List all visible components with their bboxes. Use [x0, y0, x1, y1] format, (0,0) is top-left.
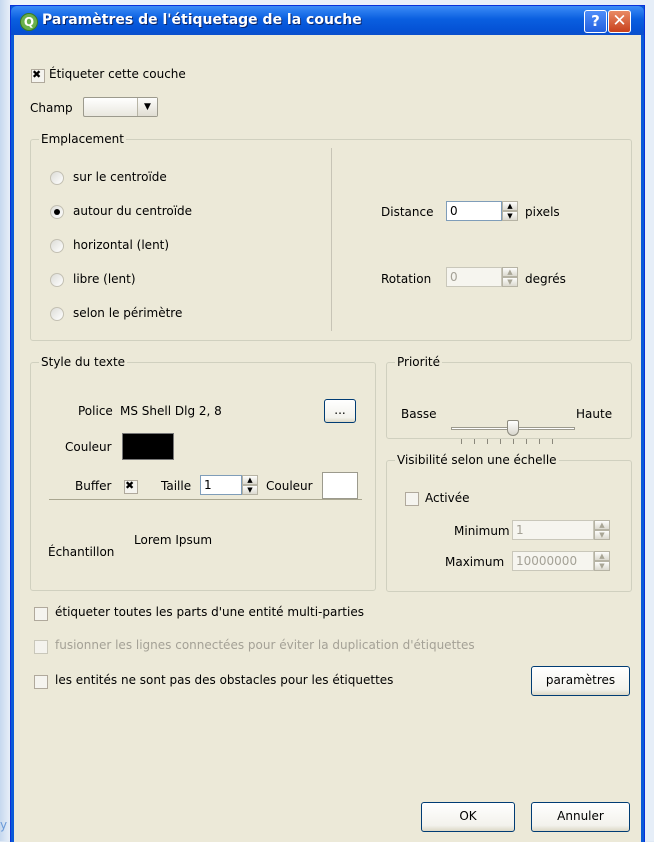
priority-slider-thumb[interactable] [507, 420, 519, 436]
size-spinner[interactable]: ▲ ▼ [242, 475, 258, 495]
title-bar[interactable]: Q Paramètres de l'étiquetage de la couch… [11, 6, 644, 35]
sample-label: Échantillon [48, 545, 115, 559]
priority-slider-ticks [461, 439, 565, 444]
window-title: Paramètres de l'étiquetage de la couche [42, 12, 362, 28]
field-label: Champ [30, 101, 73, 115]
priority-title: Priorité [395, 355, 442, 369]
spin-up-icon[interactable]: ▲ [242, 475, 258, 485]
field-select[interactable]: ▼ [83, 97, 158, 117]
buffer-color-swatch[interactable] [322, 472, 358, 499]
radio-horizontal[interactable] [50, 239, 64, 253]
rotation-input[interactable]: 0 [446, 267, 502, 287]
placement-title: Emplacement [39, 132, 126, 146]
multipart-checkbox[interactable] [34, 607, 48, 621]
scale-visibility-title: Visibilité selon une échelle [395, 453, 559, 467]
spin-down-icon[interactable]: ▼ [502, 277, 518, 287]
distance-label: Distance [381, 205, 434, 219]
radio-centroid[interactable] [50, 171, 64, 185]
priority-high-label: Haute [576, 407, 613, 421]
distance-unit: pixels [525, 205, 560, 219]
radio-around-centroid-label: autour du centroïde [73, 204, 193, 218]
spin-up-icon[interactable]: ▲ [594, 520, 610, 530]
scale-enabled-label: Activée [425, 491, 470, 505]
min-scale-spinner[interactable]: ▲ ▼ [594, 520, 610, 540]
text-style-divider [49, 499, 362, 500]
buffer-color-label: Couleur [266, 479, 313, 493]
ok-button[interactable]: OK [421, 802, 515, 832]
rotation-unit: degrés [525, 272, 566, 286]
radio-perimeter[interactable] [50, 307, 64, 321]
obstacles-checkbox[interactable] [34, 675, 48, 689]
radio-centroid-label: sur le centroïde [73, 170, 167, 184]
background-text: y [0, 818, 8, 832]
chevron-down-icon[interactable]: ▼ [137, 98, 157, 116]
max-label: Maximum [445, 555, 505, 569]
distance-spinner[interactable]: ▲ ▼ [502, 201, 518, 221]
parameters-button[interactable]: paramètres [531, 666, 630, 696]
priority-low-label: Basse [401, 407, 437, 421]
radio-horizontal-label: horizontal (lent) [73, 238, 170, 252]
cancel-button[interactable]: Annuler [531, 802, 630, 832]
spin-up-icon[interactable]: ▲ [594, 551, 610, 561]
max-scale-input[interactable]: 10000000 [512, 551, 594, 571]
merge-lines-label: fusionner les lignes connectées pour évi… [55, 638, 475, 652]
label-layer-text: Étiqueter cette couche [49, 67, 186, 81]
spin-down-icon[interactable]: ▼ [594, 561, 610, 571]
help-button[interactable]: ? [584, 10, 607, 33]
spin-down-icon[interactable]: ▼ [502, 211, 518, 221]
font-label: Police [78, 404, 113, 418]
spin-up-icon[interactable]: ▲ [502, 201, 518, 211]
dialog-window: Q Paramètres de l'étiquetage de la couch… [10, 5, 645, 842]
multipart-label: étiqueter toutes les parts d'une entité … [55, 605, 364, 619]
scale-enabled-checkbox[interactable] [405, 492, 419, 506]
radio-free-label: libre (lent) [73, 272, 136, 286]
placement-divider [331, 148, 332, 331]
min-label: Minimum [454, 524, 510, 538]
spin-down-icon[interactable]: ▼ [594, 530, 610, 540]
text-color-swatch[interactable] [122, 433, 174, 460]
buffer-checkbox[interactable] [124, 479, 138, 494]
size-input[interactable]: 1 [200, 475, 242, 495]
color-label: Couleur [65, 440, 112, 454]
font-value: MS Shell Dlg 2, 8 [120, 404, 222, 418]
spin-down-icon[interactable]: ▼ [242, 485, 258, 495]
qgis-icon: Q [20, 13, 38, 31]
radio-free[interactable] [50, 273, 64, 287]
max-scale-spinner[interactable]: ▲ ▼ [594, 551, 610, 571]
label-layer-checkbox[interactable] [31, 68, 45, 83]
obstacles-label: les entités ne sont pas des obstacles po… [55, 673, 394, 687]
rotation-label: Rotation [381, 272, 432, 286]
distance-input[interactable]: 0 [446, 201, 502, 221]
sample-text: Lorem Ipsum [134, 533, 213, 547]
close-button[interactable]: ✕ [608, 10, 631, 33]
merge-lines-checkbox[interactable] [34, 640, 48, 654]
buffer-label: Buffer [75, 479, 112, 493]
spin-up-icon[interactable]: ▲ [502, 267, 518, 277]
text-style-title: Style du texte [39, 355, 128, 369]
size-label: Taille [161, 479, 192, 493]
min-scale-input[interactable]: 1 [512, 520, 594, 540]
dialog-body: Étiqueter cette couche Champ ▼ Emplaceme… [14, 35, 641, 842]
font-button[interactable]: ... [324, 399, 356, 423]
rotation-spinner[interactable]: ▲ ▼ [502, 267, 518, 287]
radio-around-centroid[interactable] [50, 205, 64, 219]
radio-perimeter-label: selon le périmètre [73, 306, 183, 320]
